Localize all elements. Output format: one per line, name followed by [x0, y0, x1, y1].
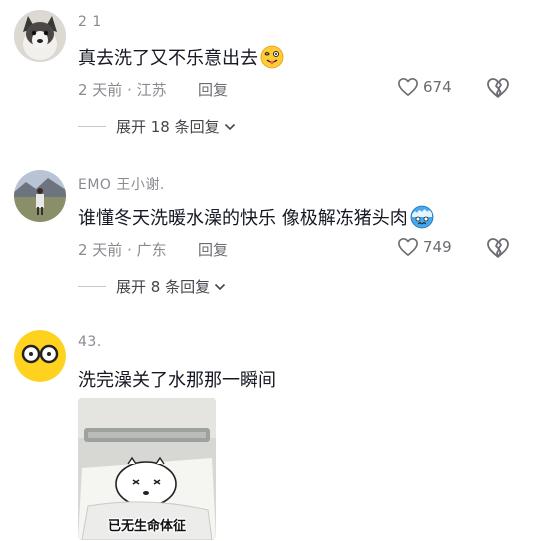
dislike-button[interactable]	[486, 77, 510, 99]
like-count: 674	[423, 78, 452, 96]
expand-replies-label: 展开 18 条回复	[116, 118, 220, 136]
comment-text: 谁懂冬天洗暖水澡的快乐 像极解冻猪头肉	[78, 204, 434, 234]
comment-text: 洗完澡关了水那那一瞬间	[78, 370, 276, 391]
comment-text-content: 真去洗了又不乐意出去	[78, 48, 258, 69]
comment-meta: 2 天前 · 江苏	[78, 79, 167, 100]
expand-replies-button[interactable]: 展开 18 条回复	[78, 116, 236, 137]
comment-location: 广东	[136, 241, 167, 259]
divider-line	[78, 126, 106, 127]
broken-heart-icon	[487, 238, 509, 258]
heart-icon	[398, 238, 418, 256]
heart-icon	[398, 78, 418, 96]
username[interactable]: EMO 王小谢.	[78, 174, 165, 194]
comment-time: 2 天前	[78, 81, 123, 99]
avatar[interactable]	[14, 170, 66, 222]
chevron-down-icon	[224, 123, 235, 130]
reply-button[interactable]: 回复	[198, 239, 228, 260]
avatar[interactable]	[14, 330, 66, 382]
comment-time: 2 天前	[78, 241, 123, 259]
chevron-down-icon	[215, 283, 226, 290]
like-button[interactable]: 674	[397, 77, 452, 97]
expand-replies-button[interactable]: 展开 8 条回复	[78, 276, 226, 297]
broken-heart-icon	[487, 78, 509, 98]
comment-meta: 2 天前 · 广东	[78, 239, 167, 260]
comment-location: 江苏	[136, 81, 167, 99]
sticker-caption: 已无生命体征	[107, 519, 186, 534]
like-count: 749	[423, 238, 452, 256]
username[interactable]: 2 1	[78, 14, 102, 30]
divider-line	[78, 286, 106, 287]
avatar[interactable]	[14, 10, 66, 62]
comment-text: 真去洗了又不乐意出去	[78, 44, 284, 74]
username[interactable]: 43.	[78, 334, 102, 350]
comment-text-content: 谁懂冬天洗暖水澡的快乐 像极解冻猪头肉	[78, 208, 408, 229]
cold-face-emoji-icon	[410, 205, 434, 234]
like-button[interactable]: 749	[397, 237, 452, 257]
meta-separator: ·	[127, 81, 132, 99]
dizzy-tongue-emoji-icon	[260, 45, 284, 74]
sticker-image[interactable]: 已无生命体征	[78, 398, 216, 540]
dislike-button[interactable]	[486, 237, 510, 259]
meta-separator: ·	[127, 241, 132, 259]
expand-replies-label: 展开 8 条回复	[116, 278, 211, 296]
reply-button[interactable]: 回复	[198, 79, 228, 100]
